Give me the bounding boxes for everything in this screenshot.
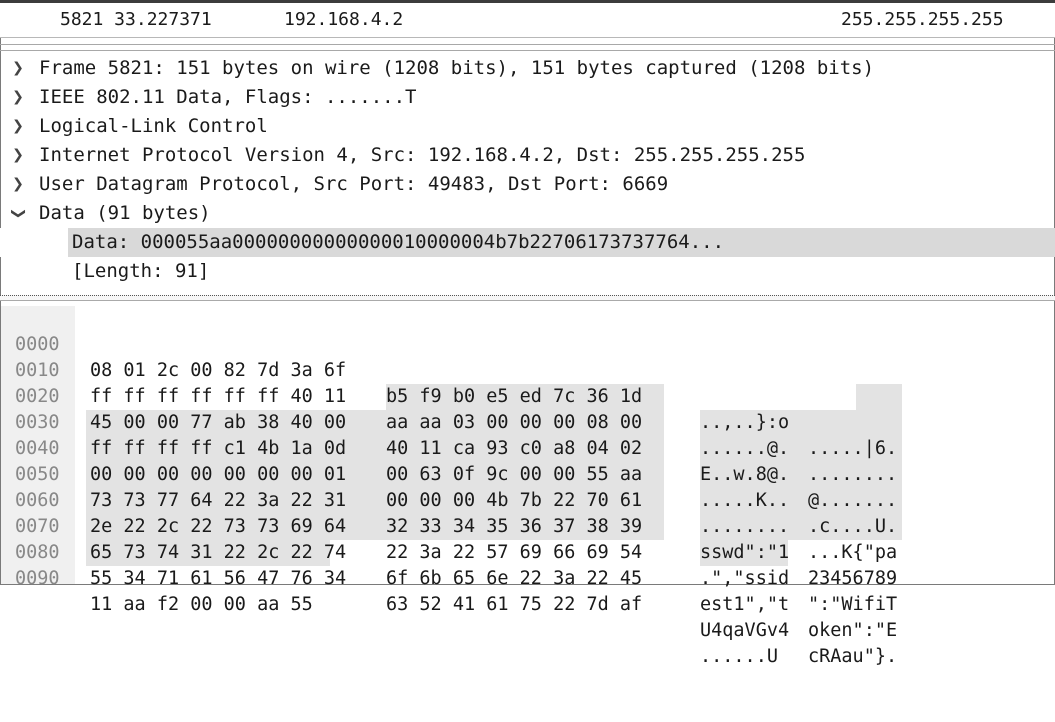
hex-row: 0070 65 73 74 31 22 2c 22 74 6f 6b 65 6e… [0, 488, 1055, 641]
pane-divider[interactable] [0, 295, 1055, 301]
ascii-bytes[interactable]: ":"WifiT [808, 592, 897, 618]
tree-item-ipv4[interactable]: ❯ Internet Protocol Version 4, Src: 192.… [0, 141, 1055, 170]
hex-row: 0060 2e 22 2c 22 73 73 69 64 22 3a 22 57… [0, 462, 1055, 615]
tree-item-udp[interactable]: ❯ User Datagram Protocol, Src Port: 4948… [0, 170, 1055, 199]
ascii-bytes[interactable]: oken":"E [808, 618, 897, 644]
tree-item-data[interactable]: ❯ Data (91 bytes) [0, 199, 1055, 228]
tree-item-frame[interactable]: ❯ Frame 5821: 151 bytes on wire (1208 bi… [0, 54, 1055, 83]
chevron-right-icon[interactable]: ❯ [10, 54, 26, 83]
ascii-bytes[interactable]: U4qaVGv4 [700, 618, 789, 644]
hex-row: 0020 45 00 00 77 ab 38 40 00 40 11 ca 93… [0, 358, 1055, 511]
chevron-down-icon[interactable]: ❯ [4, 206, 33, 222]
pane-splitter[interactable] [0, 44, 1055, 45]
tree-item-llc[interactable]: ❯ Logical-Link Control [0, 112, 1055, 141]
packet-details-tree[interactable]: ❯ Frame 5821: 151 bytes on wire (1208 bi… [0, 54, 1055, 294]
hex-row: 0090 11 aa f2 00 00 aa 55 ......U [0, 540, 1055, 667]
hex-bytes[interactable]: 63 52 41 61 75 22 7d af [386, 592, 642, 618]
hex-bytes[interactable]: 11 aa f2 00 00 aa 55 [90, 592, 313, 618]
hex-row: 0030 ff ff ff ff c1 4b 1a 0d 00 63 0f 9c… [0, 384, 1055, 537]
packet-list-row[interactable]: 5821 33.227371 192.168.4.2 255.255.255.2… [0, 0, 1055, 38]
tree-item-length[interactable]: [Length: 91] [0, 257, 1055, 286]
chevron-right-icon[interactable]: ❯ [10, 112, 26, 141]
chevron-right-icon[interactable]: ❯ [10, 83, 26, 112]
chevron-right-icon[interactable]: ❯ [10, 170, 26, 199]
hex-offset: 0090 [15, 568, 60, 589]
hex-dump-pane[interactable]: 0000 08 01 2c 00 82 7d 3a 6f b5 f9 b0 e5… [0, 306, 1055, 667]
ascii-bytes[interactable]: ......U [700, 644, 778, 670]
hex-bytes[interactable]: 55 34 71 61 56 47 76 34 [90, 566, 346, 592]
tree-item-data-value[interactable]: Data: 000055aa00000000000000010000004b7b… [0, 228, 1055, 257]
packet-destination: 255.255.255.255 [841, 9, 1004, 30]
pane-splitter-line [0, 50, 1055, 51]
ascii-bytes[interactable]: est1","t [700, 592, 789, 618]
ascii-bytes[interactable]: cRAau"}. [808, 644, 897, 670]
ascii-bytes[interactable]: 23456789 [808, 566, 897, 592]
hex-row: 0000 08 01 2c 00 82 7d 3a 6f b5 f9 b0 e5… [0, 306, 1055, 459]
hex-row: 0080 55 34 71 61 56 47 76 34 63 52 41 61… [0, 514, 1055, 667]
ascii-bytes[interactable]: .","ssid [700, 566, 789, 592]
hex-row: 0050 73 73 77 64 22 3a 22 31 32 33 34 35… [0, 436, 1055, 589]
packet-number-time: 5821 33.227371 [60, 9, 212, 30]
tree-item-ieee80211[interactable]: ❯ IEEE 802.11 Data, Flags: .......T [0, 83, 1055, 112]
hex-bytes[interactable]: 6f 6b 65 6e 22 3a 22 45 [386, 566, 642, 592]
chevron-right-icon[interactable]: ❯ [10, 141, 26, 170]
hex-row: 0010 ff ff ff ff ff ff 40 11 aa aa 03 00… [0, 332, 1055, 485]
packet-source: 192.168.4.2 [284, 9, 404, 30]
hex-row: 0040 00 00 00 00 00 00 00 01 00 00 00 4b… [0, 410, 1055, 563]
